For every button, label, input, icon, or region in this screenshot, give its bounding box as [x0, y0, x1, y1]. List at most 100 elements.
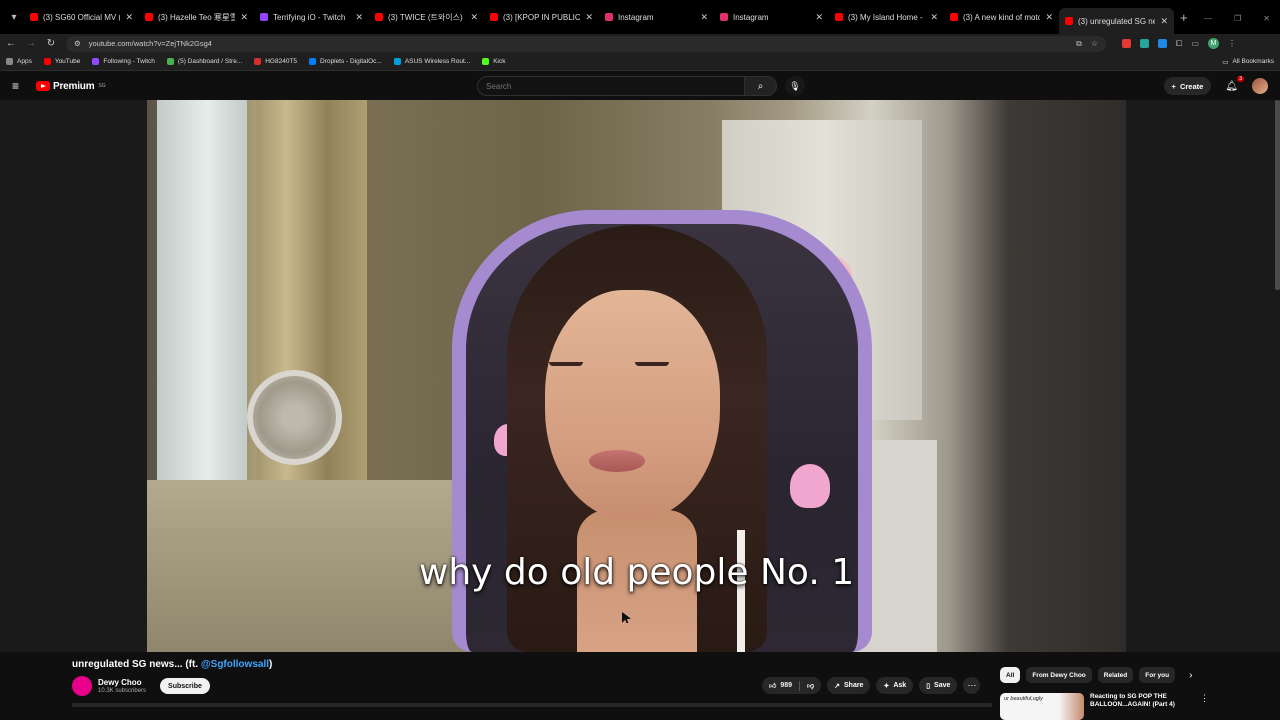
cast-icon[interactable]: ▭: [1191, 39, 1199, 48]
chevron-right-icon[interactable]: ›: [1189, 670, 1192, 681]
bookmark-favicon: [393, 58, 401, 65]
kebab-menu-icon[interactable]: ⋮: [1200, 693, 1209, 720]
tab-title: (3) TWICE (트와이스) - What: [388, 12, 465, 22]
thumbs-down-icon: 👎︎: [807, 683, 815, 690]
extension-icon[interactable]: [1140, 39, 1149, 48]
filter-chip[interactable]: From Dewy Choo: [1026, 667, 1092, 683]
close-tab-icon[interactable]: ✕: [1160, 16, 1168, 27]
recommendation-title[interactable]: Reacting to SG POP THE BALLOON...AGAIN! …: [1090, 693, 1190, 720]
close-tab-icon[interactable]: ✕: [125, 12, 133, 23]
close-tab-icon[interactable]: ✕: [700, 12, 708, 23]
close-tab-icon[interactable]: ✕: [1045, 12, 1053, 23]
filter-chip[interactable]: All: [1000, 667, 1021, 683]
browser-tab[interactable]: Instagram ✕: [599, 4, 714, 30]
notifications-button[interactable]: 🔔︎ 3: [1225, 75, 1244, 92]
browser-tab[interactable]: (3) unregulated SG news... ✕: [1059, 8, 1174, 34]
share-label: Share: [844, 682, 864, 689]
channel-avatar[interactable]: [72, 676, 92, 696]
filter-chip[interactable]: For you: [1139, 667, 1176, 683]
channel-name[interactable]: Dewy Choo: [98, 678, 146, 687]
close-tab-icon[interactable]: ✕: [470, 12, 478, 23]
close-window-icon[interactable]: ✕: [1263, 14, 1270, 23]
voice-search-button[interactable]: 🎙: [785, 76, 805, 96]
browser-tab[interactable]: (3) My Island Home - Kaira Ga ✕: [829, 4, 944, 30]
video-player[interactable]: why do old people No. 1: [0, 100, 1280, 652]
profile-avatar[interactable]: M: [1207, 38, 1219, 49]
close-tab-icon[interactable]: ✕: [240, 12, 248, 23]
ask-button[interactable]: ✦ Ask: [876, 677, 914, 694]
bookmark-item[interactable]: Kick: [482, 58, 505, 65]
all-bookmarks[interactable]: ▭ All Bookmarks: [1222, 58, 1274, 66]
tab-search-icon[interactable]: ▾: [4, 7, 24, 27]
back-icon[interactable]: ←: [6, 38, 16, 49]
kebab-menu-icon[interactable]: ⋮: [1228, 39, 1236, 48]
notification-badge: 3: [1237, 75, 1244, 82]
like-button[interactable]: 👍︎ 989: [762, 677, 799, 694]
mic-icon: 🎙: [789, 80, 801, 91]
bookmark-item[interactable]: (5) Dashboard / Stre...: [166, 58, 242, 65]
bookmark-star-icon[interactable]: ☆: [1091, 39, 1098, 49]
recommendation-item[interactable]: ur beautiful,ugly Reacting to SG POP THE…: [1000, 693, 1209, 720]
hamburger-menu-icon[interactable]: ≡: [12, 79, 26, 93]
reload-icon[interactable]: ↻: [46, 38, 56, 49]
dislike-button[interactable]: 👎︎: [800, 677, 821, 694]
page-scrollbar[interactable]: [1275, 100, 1280, 290]
browser-tab[interactable]: (3) TWICE (트와이스) - What ✕: [369, 4, 484, 30]
extension-icon[interactable]: [1122, 39, 1131, 48]
filter-chip[interactable]: Related: [1097, 667, 1134, 683]
close-tab-icon[interactable]: ✕: [930, 12, 938, 23]
puzzle-icon[interactable]: ⧠: [1176, 39, 1182, 49]
site-info-icon[interactable]: ⚙: [74, 39, 81, 48]
bookmark-item[interactable]: Apps: [6, 58, 32, 65]
search-input[interactable]: [477, 76, 745, 96]
video-info-area: unregulated SG news... (ft. @Sgfollowsal…: [0, 652, 1280, 720]
tab-favicon: [835, 13, 843, 21]
subscribe-button[interactable]: Subscribe: [160, 678, 210, 694]
recommendation-thumbnail[interactable]: ur beautiful,ugly: [1000, 693, 1084, 720]
url-bar[interactable]: ⚙ youtube.com/watch?v=ZejTNk2Gsg4 ⧉ ☆: [66, 35, 1106, 52]
youtube-play-icon: [36, 81, 50, 91]
browser-tab[interactable]: (3) Hazelle Teo 寒星雪【SINO ✕: [139, 4, 254, 30]
create-button[interactable]: + Create: [1163, 77, 1212, 95]
bookmark-item[interactable]: Droplets - DigitalOc...: [309, 58, 382, 65]
bookmark-icon: ▯: [926, 682, 931, 690]
curtain: [247, 100, 367, 540]
search-button[interactable]: ⌕: [745, 76, 777, 96]
bookmark-label: Apps: [17, 58, 32, 65]
more-actions-button[interactable]: ⋯: [963, 677, 981, 694]
mention-link[interactable]: @Sgfollowsall: [201, 659, 269, 670]
extension-icon[interactable]: [1158, 39, 1167, 48]
browser-tab[interactable]: Terrifying iO - Twitch ✕: [254, 4, 369, 30]
bell-icon: 🔔︎: [1225, 80, 1238, 92]
bookmark-label: YouTube: [54, 58, 81, 65]
more-icon: ⋯: [967, 680, 977, 690]
account-avatar[interactable]: [1252, 78, 1268, 94]
browser-tab[interactable]: (3) [KPOP IN PUBLIC / ONE TA ✕: [484, 4, 599, 30]
url-text: youtube.com/watch?v=ZejTNk2Gsg4: [88, 39, 212, 48]
browser-tab[interactable]: (3) A new kind of motorbike c ✕: [944, 4, 1059, 30]
bookmark-item[interactable]: YouTube: [43, 58, 81, 65]
close-tab-icon[interactable]: ✕: [585, 12, 593, 23]
browser-tab[interactable]: (3) SG60 Official MV (Koala Ka ✕: [24, 4, 139, 30]
tab-favicon: [1065, 17, 1073, 25]
bookmark-label: Droplets - DigitalOc...: [320, 58, 382, 65]
restore-icon[interactable]: ❐: [1234, 14, 1241, 23]
new-tab-icon[interactable]: +: [1180, 10, 1188, 25]
close-tab-icon[interactable]: ✕: [355, 12, 363, 23]
bookmark-item[interactable]: Following - Twitch: [92, 58, 155, 65]
browser-tab[interactable]: Instagram ✕: [714, 4, 829, 30]
skull-decoration: [790, 464, 830, 508]
bookmark-item[interactable]: HG8240T5: [254, 58, 297, 65]
video-frame[interactable]: why do old people No. 1: [147, 100, 1126, 652]
youtube-logo[interactable]: Premium SG: [36, 81, 106, 92]
browser-tab-bar: ▾ (3) SG60 Official MV (Koala Ka✕(3) Haz…: [0, 0, 1280, 34]
save-button[interactable]: ▯ Save: [919, 677, 958, 694]
close-tab-icon[interactable]: ✕: [815, 12, 823, 23]
video-title-suffix: ): [269, 659, 273, 670]
tab-title: (3) [KPOP IN PUBLIC / ONE TA: [503, 12, 581, 22]
minimize-icon[interactable]: —: [1204, 14, 1212, 23]
install-icon[interactable]: ⧉: [1076, 39, 1082, 49]
bookmark-item[interactable]: ASUS Wireless Rout...: [393, 58, 470, 65]
forward-icon[interactable]: →: [26, 38, 36, 49]
share-button[interactable]: ↗ Share: [827, 677, 871, 694]
